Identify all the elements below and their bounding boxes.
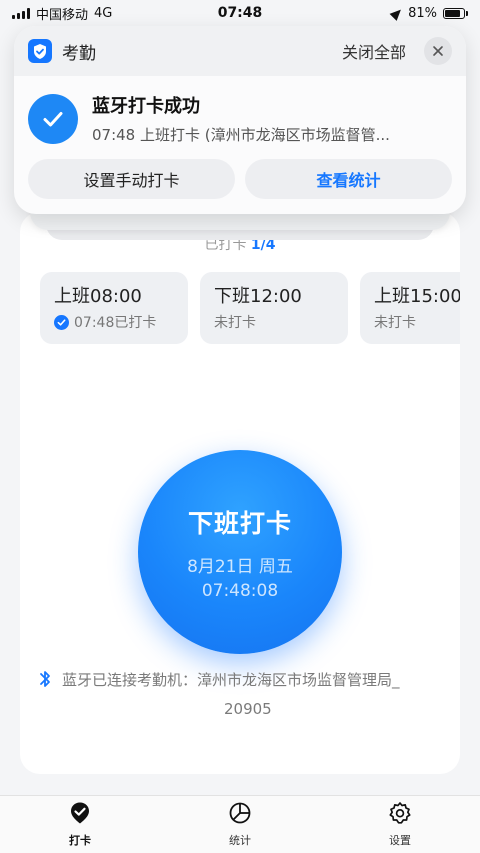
punch-clock: 07:48:08 <box>201 580 279 601</box>
carrier-label: 中国移动 <box>36 7 89 23</box>
check-circle-icon <box>54 314 69 330</box>
notification-subtitle: 07:48 上班打卡 (漳州市龙海区市场监督管... <box>92 126 390 144</box>
punch-button[interactable]: 下班打卡 8月21日 周五 07:48:08 <box>138 450 342 654</box>
notification-app: 考勤 <box>28 39 96 64</box>
tab-label: 统计 <box>229 834 251 847</box>
shift-card-afternoon-in[interactable]: 上班15:00 未打卡 <box>360 272 460 344</box>
shift-status: 未打卡 <box>214 312 334 332</box>
battery-label: 81% <box>408 5 437 21</box>
shift-card-noon-out[interactable]: 下班12:00 未打卡 <box>200 272 348 344</box>
success-check-icon <box>28 93 78 144</box>
punch-button-wrap: 下班打卡 8月21日 周五 07:48:08 <box>138 450 342 654</box>
notification-body: 蓝牙打卡成功 07:48 上班打卡 (漳州市龙海区市场监督管... <box>14 76 466 145</box>
battery-fill <box>445 9 460 17</box>
view-stats-button[interactable]: 查看统计 <box>245 159 452 199</box>
bluetooth-status: 蓝牙已连接考勤机：漳州市龙海区市场监督管理局_ 20905 <box>38 668 448 721</box>
shift-status: 07:48已打卡 <box>54 312 174 332</box>
signal-icon <box>12 7 30 19</box>
tab-label: 打卡 <box>69 834 91 847</box>
shift-status-text: 未打卡 <box>374 315 416 331</box>
notification-title: 蓝牙打卡成功 <box>92 96 200 117</box>
shift-time: 上班15:00 <box>374 286 460 307</box>
pie-chart-icon <box>228 801 252 829</box>
manual-checkin-button[interactable]: 设置手动打卡 <box>28 159 235 199</box>
bluetooth-text-2: 20905 <box>224 700 272 718</box>
bluetooth-text: 蓝牙已连接考勤机：漳州市龙海区市场监督管理局_ <box>62 671 400 689</box>
checkin-icon <box>68 801 92 829</box>
status-bar: 中国移动 4G 07:48 81% <box>0 0 480 26</box>
shift-time: 上班08:00 <box>54 286 142 307</box>
notification-card[interactable]: 考勤 关闭全部 蓝牙打卡成功 07:48 上班打卡 (漳州市龙海区市场监督管..… <box>14 26 466 214</box>
notification-text: 蓝牙打卡成功 07:48 上班打卡 (漳州市龙海区市场监督管... <box>92 92 390 145</box>
shift-card-morning-in[interactable]: 上班08:00 07:48已打卡 <box>40 272 188 344</box>
gear-icon <box>388 801 412 829</box>
bluetooth-icon <box>38 668 52 697</box>
punch-label: 下班打卡 <box>187 508 292 538</box>
tab-stats[interactable]: 统计 <box>180 801 300 848</box>
app-name: 考勤 <box>62 43 96 64</box>
punch-date: 8月21日 周五 <box>187 556 293 577</box>
shift-time: 下班12:00 <box>214 286 302 307</box>
close-icon[interactable] <box>424 37 452 65</box>
location-icon <box>389 5 405 21</box>
shift-list: 上班08:00 07:48已打卡 下班12:00 未打卡 上班15:00 未打卡 <box>40 272 460 344</box>
checkin-card: 已打卡 1/4 上班08:00 07:48已打卡 下班12:00 未打卡 上班1… <box>20 212 460 774</box>
notification-header: 考勤 关闭全部 <box>14 26 466 76</box>
tab-checkin[interactable]: 打卡 <box>20 801 140 848</box>
status-left: 中国移动 4G <box>12 4 112 23</box>
notification-buttons: 设置手动打卡 查看统计 <box>14 145 466 199</box>
network-label: 4G <box>94 5 113 21</box>
shift-status-text: 07:48已打卡 <box>74 315 157 331</box>
close-all-button[interactable]: 关闭全部 <box>342 39 406 63</box>
battery-icon <box>443 7 468 19</box>
app-shield-icon <box>28 39 52 63</box>
tab-settings[interactable]: 设置 <box>340 801 460 848</box>
screen: 中国移动 4G 07:48 81% 已打卡 1/4 上班08:00 07:48已… <box>0 0 480 853</box>
shift-status-text: 未打卡 <box>214 315 256 331</box>
status-right: 81% <box>389 5 468 21</box>
shift-status: 未打卡 <box>374 312 460 332</box>
tab-bar: 打卡 统计 设置 <box>0 795 480 853</box>
tab-label: 设置 <box>389 834 411 847</box>
notification-actions: 关闭全部 <box>342 37 452 65</box>
